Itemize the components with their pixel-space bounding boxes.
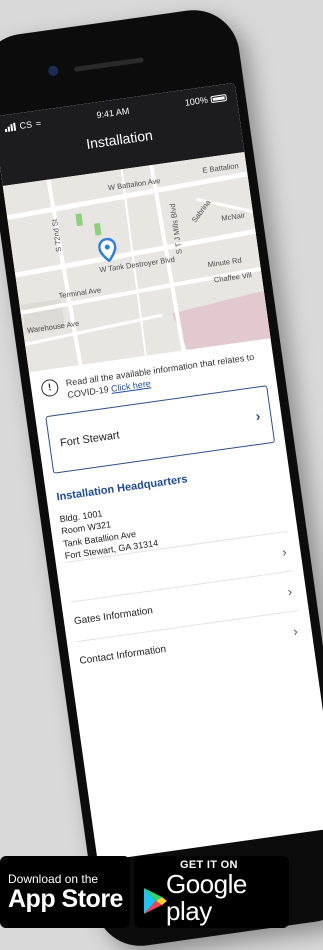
carrier-label: CS [18, 119, 33, 132]
google-play-icon [144, 888, 167, 914]
map-pin-icon[interactable] [97, 237, 118, 263]
chevron-right-icon: › [286, 583, 293, 600]
speaker [73, 57, 144, 72]
status-time: 9:41 AM [95, 105, 130, 121]
scene: CS ≈ 9:41 AM 100% Installation W Battali… [0, 0, 323, 950]
alert-icon: ! [40, 378, 60, 398]
list-item-label: Contact Information [78, 643, 167, 667]
app-store-big-text: App Store [8, 884, 123, 913]
google-play-badge[interactable]: GET IT ON Google play [134, 856, 289, 928]
battery-percent: 100% [184, 94, 209, 108]
chevron-right-icon: › [281, 544, 288, 560]
app-store-badge[interactable]: Download on the App Store [0, 856, 130, 928]
content-area: ! Read all the available information tha… [29, 338, 314, 682]
phone-frame: CS ≈ 9:41 AM 100% Installation W Battali… [0, 4, 323, 950]
google-play-big-text: Google play [166, 868, 247, 926]
wifi-icon: ≈ [35, 118, 42, 129]
app-store-small-text: Download on the [8, 871, 99, 886]
installation-selected-value: Fort Stewart [59, 429, 121, 450]
status-left: CS ≈ [4, 118, 42, 133]
battery-icon [210, 93, 228, 103]
app-screen: CS ≈ 9:41 AM 100% Installation W Battali… [0, 82, 323, 862]
signal-icon [4, 122, 17, 133]
map-view[interactable]: W Battalion Ave E Battalion S 72nd St S … [2, 152, 271, 373]
camera-icon [47, 65, 59, 77]
status-right: 100% [184, 92, 228, 108]
list-item-label: Gates Information [73, 605, 154, 628]
chevron-right-icon: › [254, 407, 262, 425]
chevron-right-icon: › [292, 623, 299, 639]
